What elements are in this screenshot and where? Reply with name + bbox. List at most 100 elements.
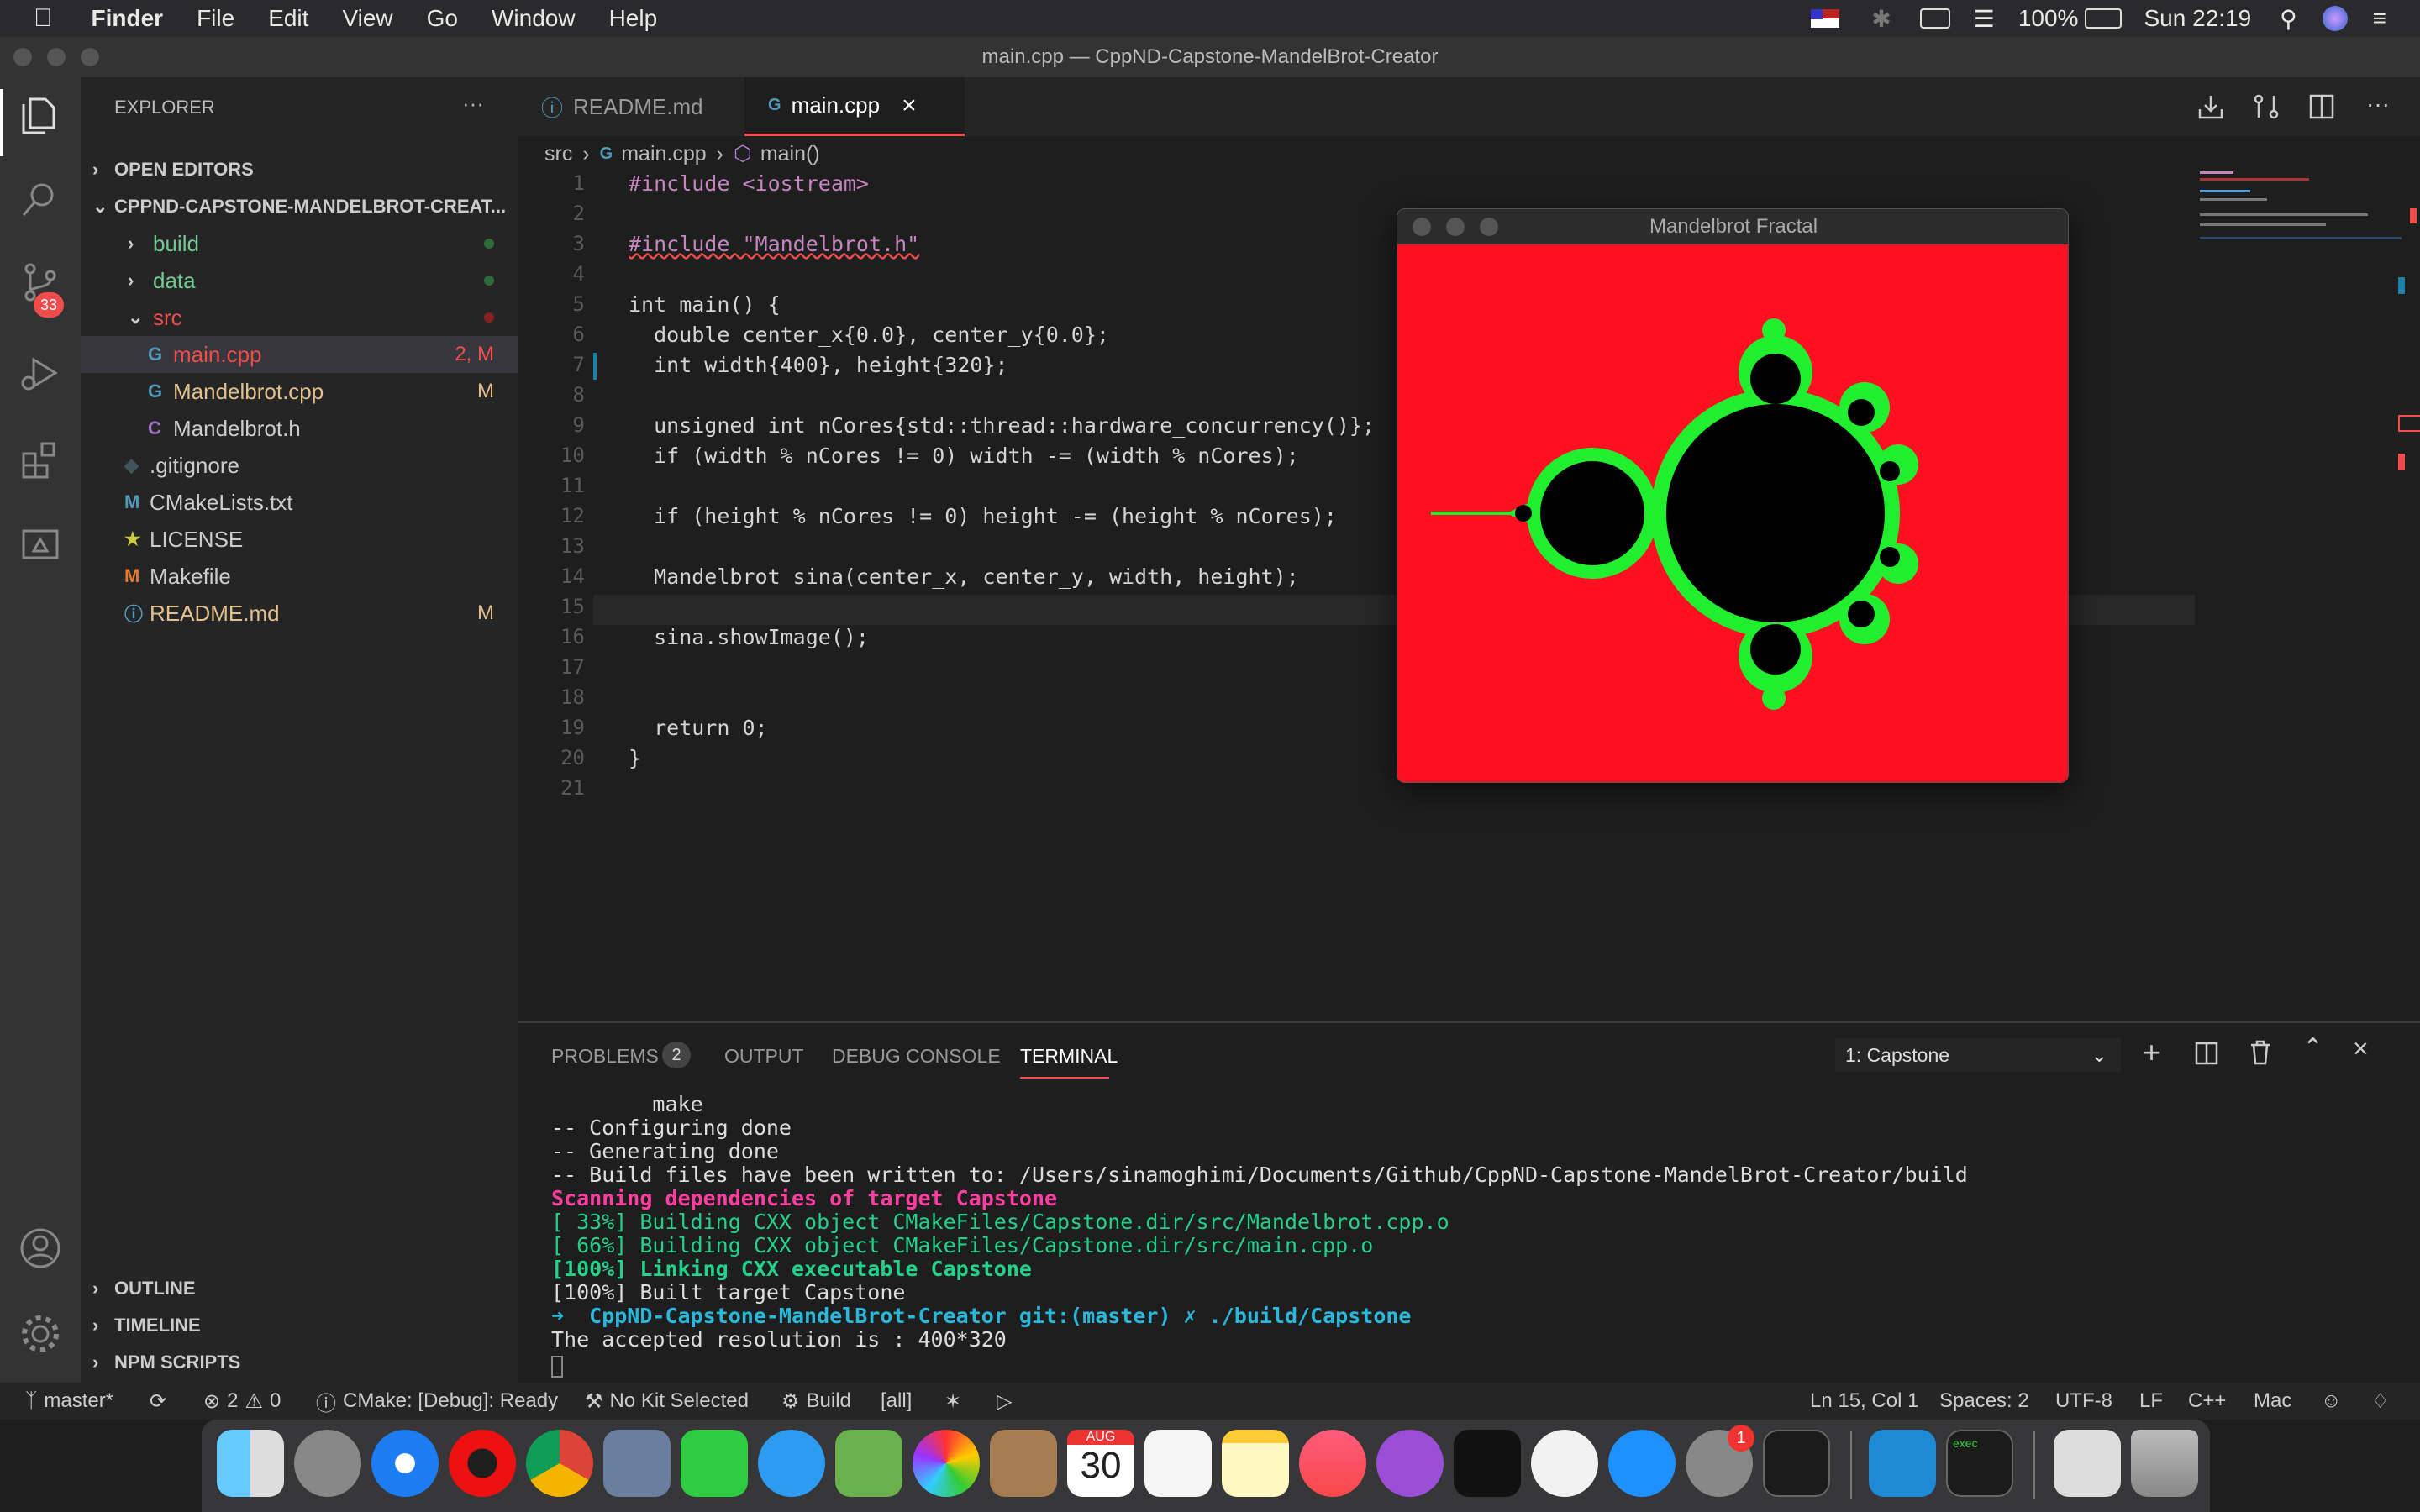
mandelbrot-close-button[interactable] — [1413, 218, 1431, 236]
files-explorer-icon[interactable] — [18, 92, 62, 136]
documents-stack-dock-icon[interactable] — [2054, 1430, 2121, 1497]
tab-problems[interactable]: PROBLEMS — [551, 1045, 659, 1068]
open-editors-section[interactable]: › OPEN EDITORS — [81, 151, 518, 188]
tree-item-main-cpp[interactable]: Gmain.cpp 2, M — [81, 336, 518, 373]
facetime-dock-icon[interactable] — [681, 1430, 748, 1497]
photos-dock-icon[interactable] — [913, 1430, 980, 1497]
breadcrumb-symbol[interactable]: main() — [760, 142, 820, 166]
close-window-button[interactable] — [13, 48, 32, 66]
indentation-status[interactable]: Spaces: 2 — [1939, 1383, 2029, 1420]
branch-status[interactable]: ᛉ master* — [25, 1383, 113, 1420]
tree-item-mandelbrot-h[interactable]: C Mandelbrot.h — [81, 410, 518, 447]
tab-main-cpp[interactable]: G main.cpp × — [744, 77, 965, 136]
language-mode[interactable]: C++ — [2188, 1383, 2226, 1420]
breadcrumb-file[interactable]: main.cpp — [621, 142, 706, 166]
npm-scripts-section[interactable]: › NPM SCRIPTS — [81, 1344, 518, 1381]
exec-dock-icon[interactable]: exec — [1946, 1430, 2013, 1497]
tab-terminal[interactable]: TERMINAL — [1020, 1045, 1118, 1068]
kill-terminal-trash-icon[interactable] — [2249, 1040, 2272, 1065]
terminal-dock-icon[interactable] — [1763, 1430, 1830, 1497]
menu-edit[interactable]: Edit — [268, 5, 308, 32]
terminal-select[interactable]: 1: Capstone ⌄ — [1835, 1038, 2121, 1072]
new-terminal-icon[interactable]: + — [2143, 1035, 2160, 1070]
code-line[interactable]: int main() { — [629, 292, 781, 317]
build-target-button[interactable]: [all] — [881, 1383, 912, 1420]
timeline-section[interactable]: › TIMELINE — [81, 1307, 518, 1344]
preview-dock-icon[interactable] — [603, 1430, 671, 1497]
tree-item-build[interactable]: › build — [81, 225, 518, 262]
encoding-status[interactable]: UTF-8 — [2055, 1383, 2112, 1420]
open-changes-icon[interactable] — [2252, 92, 2281, 121]
more-actions-icon[interactable]: ··· — [2366, 91, 2390, 118]
vscode-dock-icon[interactable] — [1869, 1430, 1936, 1497]
tree-item-cmakelists-txt[interactable]: M CMakeLists.txt — [81, 484, 518, 521]
mandelbrot-minimize-button[interactable] — [1446, 218, 1465, 236]
close-panel-icon[interactable]: × — [2353, 1033, 2369, 1064]
contacts-dock-icon[interactable] — [990, 1430, 1057, 1497]
flag-icon[interactable] — [1811, 9, 1840, 28]
finder-dock-icon[interactable] — [217, 1430, 284, 1497]
chrome-dock-icon[interactable] — [526, 1430, 593, 1497]
code-line[interactable]: #include <iostream> — [629, 171, 869, 196]
reminders-dock-icon[interactable] — [1144, 1430, 1212, 1497]
launchpad-dock-icon[interactable] — [294, 1430, 361, 1497]
split-editor-icon[interactable] — [2307, 92, 2336, 121]
remote-explorer-icon[interactable] — [18, 522, 62, 566]
eol-status[interactable]: LF — [2139, 1383, 2163, 1420]
mandelbrot-maximize-button[interactable] — [1480, 218, 1498, 236]
menu-window[interactable]: Window — [492, 5, 576, 32]
code-line[interactable]: Mandelbrot sina(center_x, center_y, widt… — [629, 564, 1299, 589]
code-line[interactable]: #include "Mandelbrot.h" — [629, 232, 919, 256]
code-line[interactable]: double center_x{0.0}, center_y{0.0}; — [629, 323, 1109, 347]
search-icon[interactable] — [18, 178, 62, 222]
calendar-dock-icon[interactable]: AUG 30 — [1067, 1430, 1134, 1497]
code-line[interactable]: } — [629, 746, 641, 770]
minimize-window-button[interactable] — [47, 48, 66, 66]
platform-status[interactable]: Mac — [2254, 1383, 2291, 1420]
maps-dock-icon[interactable] — [835, 1430, 902, 1497]
explorer-more-button[interactable]: ··· — [462, 91, 484, 117]
tree-item-gitignore[interactable]: ◆ .gitignore — [81, 447, 518, 484]
code-line[interactable]: sina.showImage(); — [629, 625, 869, 649]
podcasts-dock-icon[interactable] — [1376, 1430, 1444, 1497]
tree-item-mandelbrot-cpp[interactable]: G Mandelbrot.cpp M — [81, 373, 518, 410]
keyboard-icon[interactable] — [1919, 8, 1950, 29]
menu-view[interactable]: View — [342, 5, 392, 32]
app-store-dock-icon[interactable] — [1608, 1430, 1676, 1497]
opera-dock-icon[interactable] — [449, 1430, 516, 1497]
code-line[interactable]: if (width % nCores != 0) width -= (width… — [629, 444, 1299, 468]
problems-status[interactable]: ⊗ 2 ⚠ 0 — [203, 1383, 281, 1420]
build-button[interactable]: ⚙ Build — [781, 1383, 851, 1420]
apple-menu-icon[interactable]:  — [34, 4, 53, 33]
control-center-icon[interactable]: ≡ — [2373, 5, 2386, 32]
code-line[interactable]: unsigned int nCores{std::thread::hardwar… — [629, 413, 1375, 438]
notes-dock-icon[interactable] — [1222, 1430, 1289, 1497]
code-line[interactable]: int width{400}, height{320}; — [629, 353, 1007, 377]
cmake-build-icon[interactable] — [2196, 92, 2225, 121]
notifications-bell-icon[interactable]: ♢ — [2371, 1383, 2390, 1420]
sync-icon[interactable]: ⟳ — [150, 1383, 166, 1420]
run-debug-icon[interactable] — [18, 351, 62, 395]
safari-dock-icon[interactable] — [371, 1430, 439, 1497]
mandelbrot-window[interactable]: Mandelbrot Fractal — [1397, 208, 2069, 783]
close-tab-icon[interactable]: × — [902, 92, 917, 120]
extensions-icon[interactable] — [18, 437, 62, 480]
account-icon[interactable] — [18, 1226, 62, 1270]
clock[interactable]: Sun 22:19 — [2144, 5, 2251, 32]
bluetooth-icon[interactable]: ✱ — [1871, 5, 1891, 33]
maximize-window-button[interactable] — [81, 48, 99, 66]
debug-bug-icon[interactable]: ✶ — [944, 1383, 961, 1420]
battery-icon[interactable] — [2085, 8, 2123, 29]
code-line[interactable]: return 0; — [629, 716, 767, 740]
tree-item-readme-md[interactable]: ⓘ README.md M — [81, 595, 518, 632]
menu-file[interactable]: File — [197, 5, 234, 32]
messages-dock-icon[interactable] — [758, 1430, 825, 1497]
tree-item-src[interactable]: ⌄ src — [81, 299, 518, 336]
wifi-icon[interactable]: ☰ — [1974, 5, 1995, 33]
battery-text[interactable]: 100% — [2018, 5, 2079, 32]
kit-status[interactable]: ⚒ No Kit Selected — [585, 1383, 749, 1420]
menu-help[interactable]: Help — [609, 5, 658, 32]
cmake-status[interactable]: ⓘ CMake: [Debug]: Ready — [316, 1383, 558, 1420]
outline-section[interactable]: › OUTLINE — [81, 1270, 518, 1307]
app-menu-finder[interactable]: Finder — [92, 5, 164, 32]
